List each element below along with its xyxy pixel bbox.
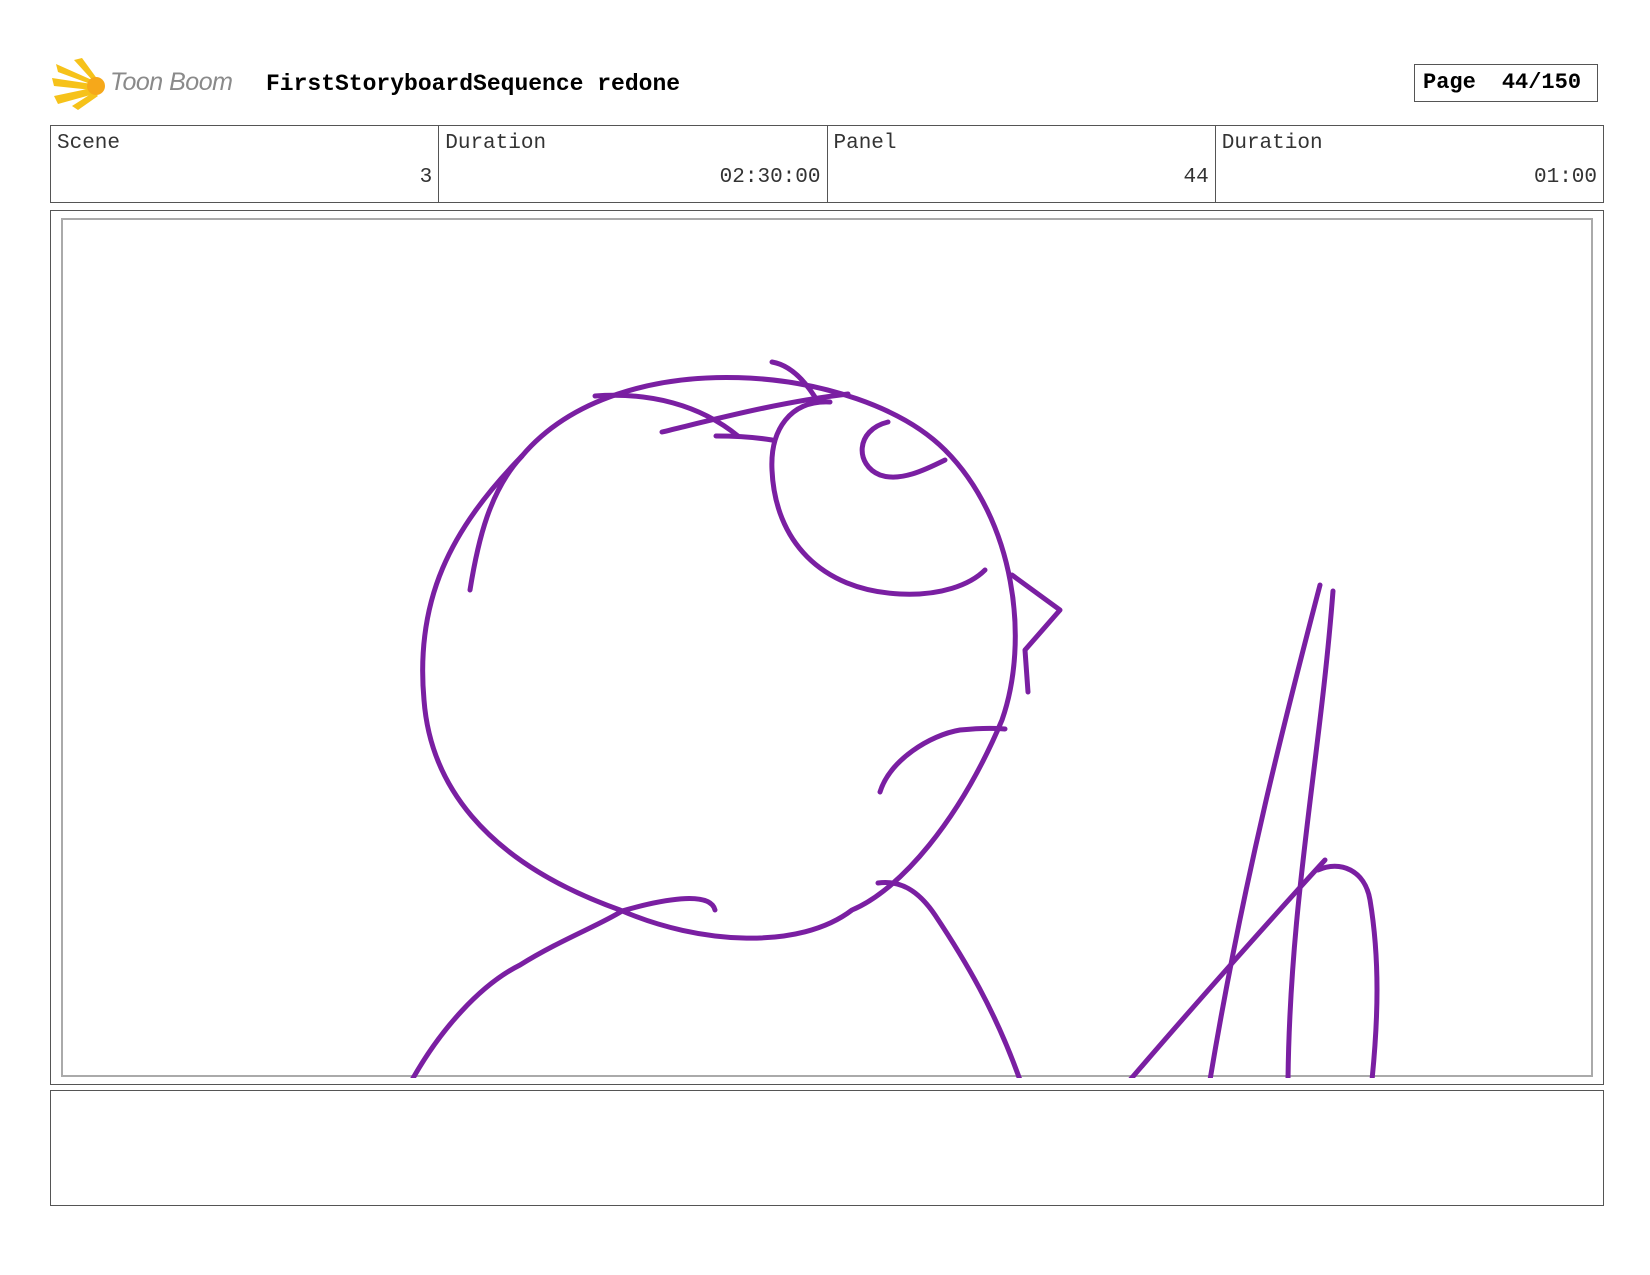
object-stroke: [1207, 582, 1323, 1078]
object-stroke: [1128, 857, 1328, 1078]
eye-brow: [769, 399, 988, 597]
shoulder-right: [875, 879, 1022, 1078]
panel-notes-box: [50, 1090, 1604, 1206]
head-side-stroke: [467, 453, 525, 593]
nose: [1009, 572, 1063, 695]
storyboard-sketch: [410, 359, 1380, 1078]
hair-stroke: [713, 433, 775, 443]
head-outline: [420, 374, 1018, 941]
object-stroke: [1315, 863, 1380, 1078]
collar-stroke: [619, 896, 718, 914]
object-stroke: [1285, 588, 1336, 1078]
eye: [859, 419, 948, 480]
shoulder-left: [410, 908, 625, 1078]
